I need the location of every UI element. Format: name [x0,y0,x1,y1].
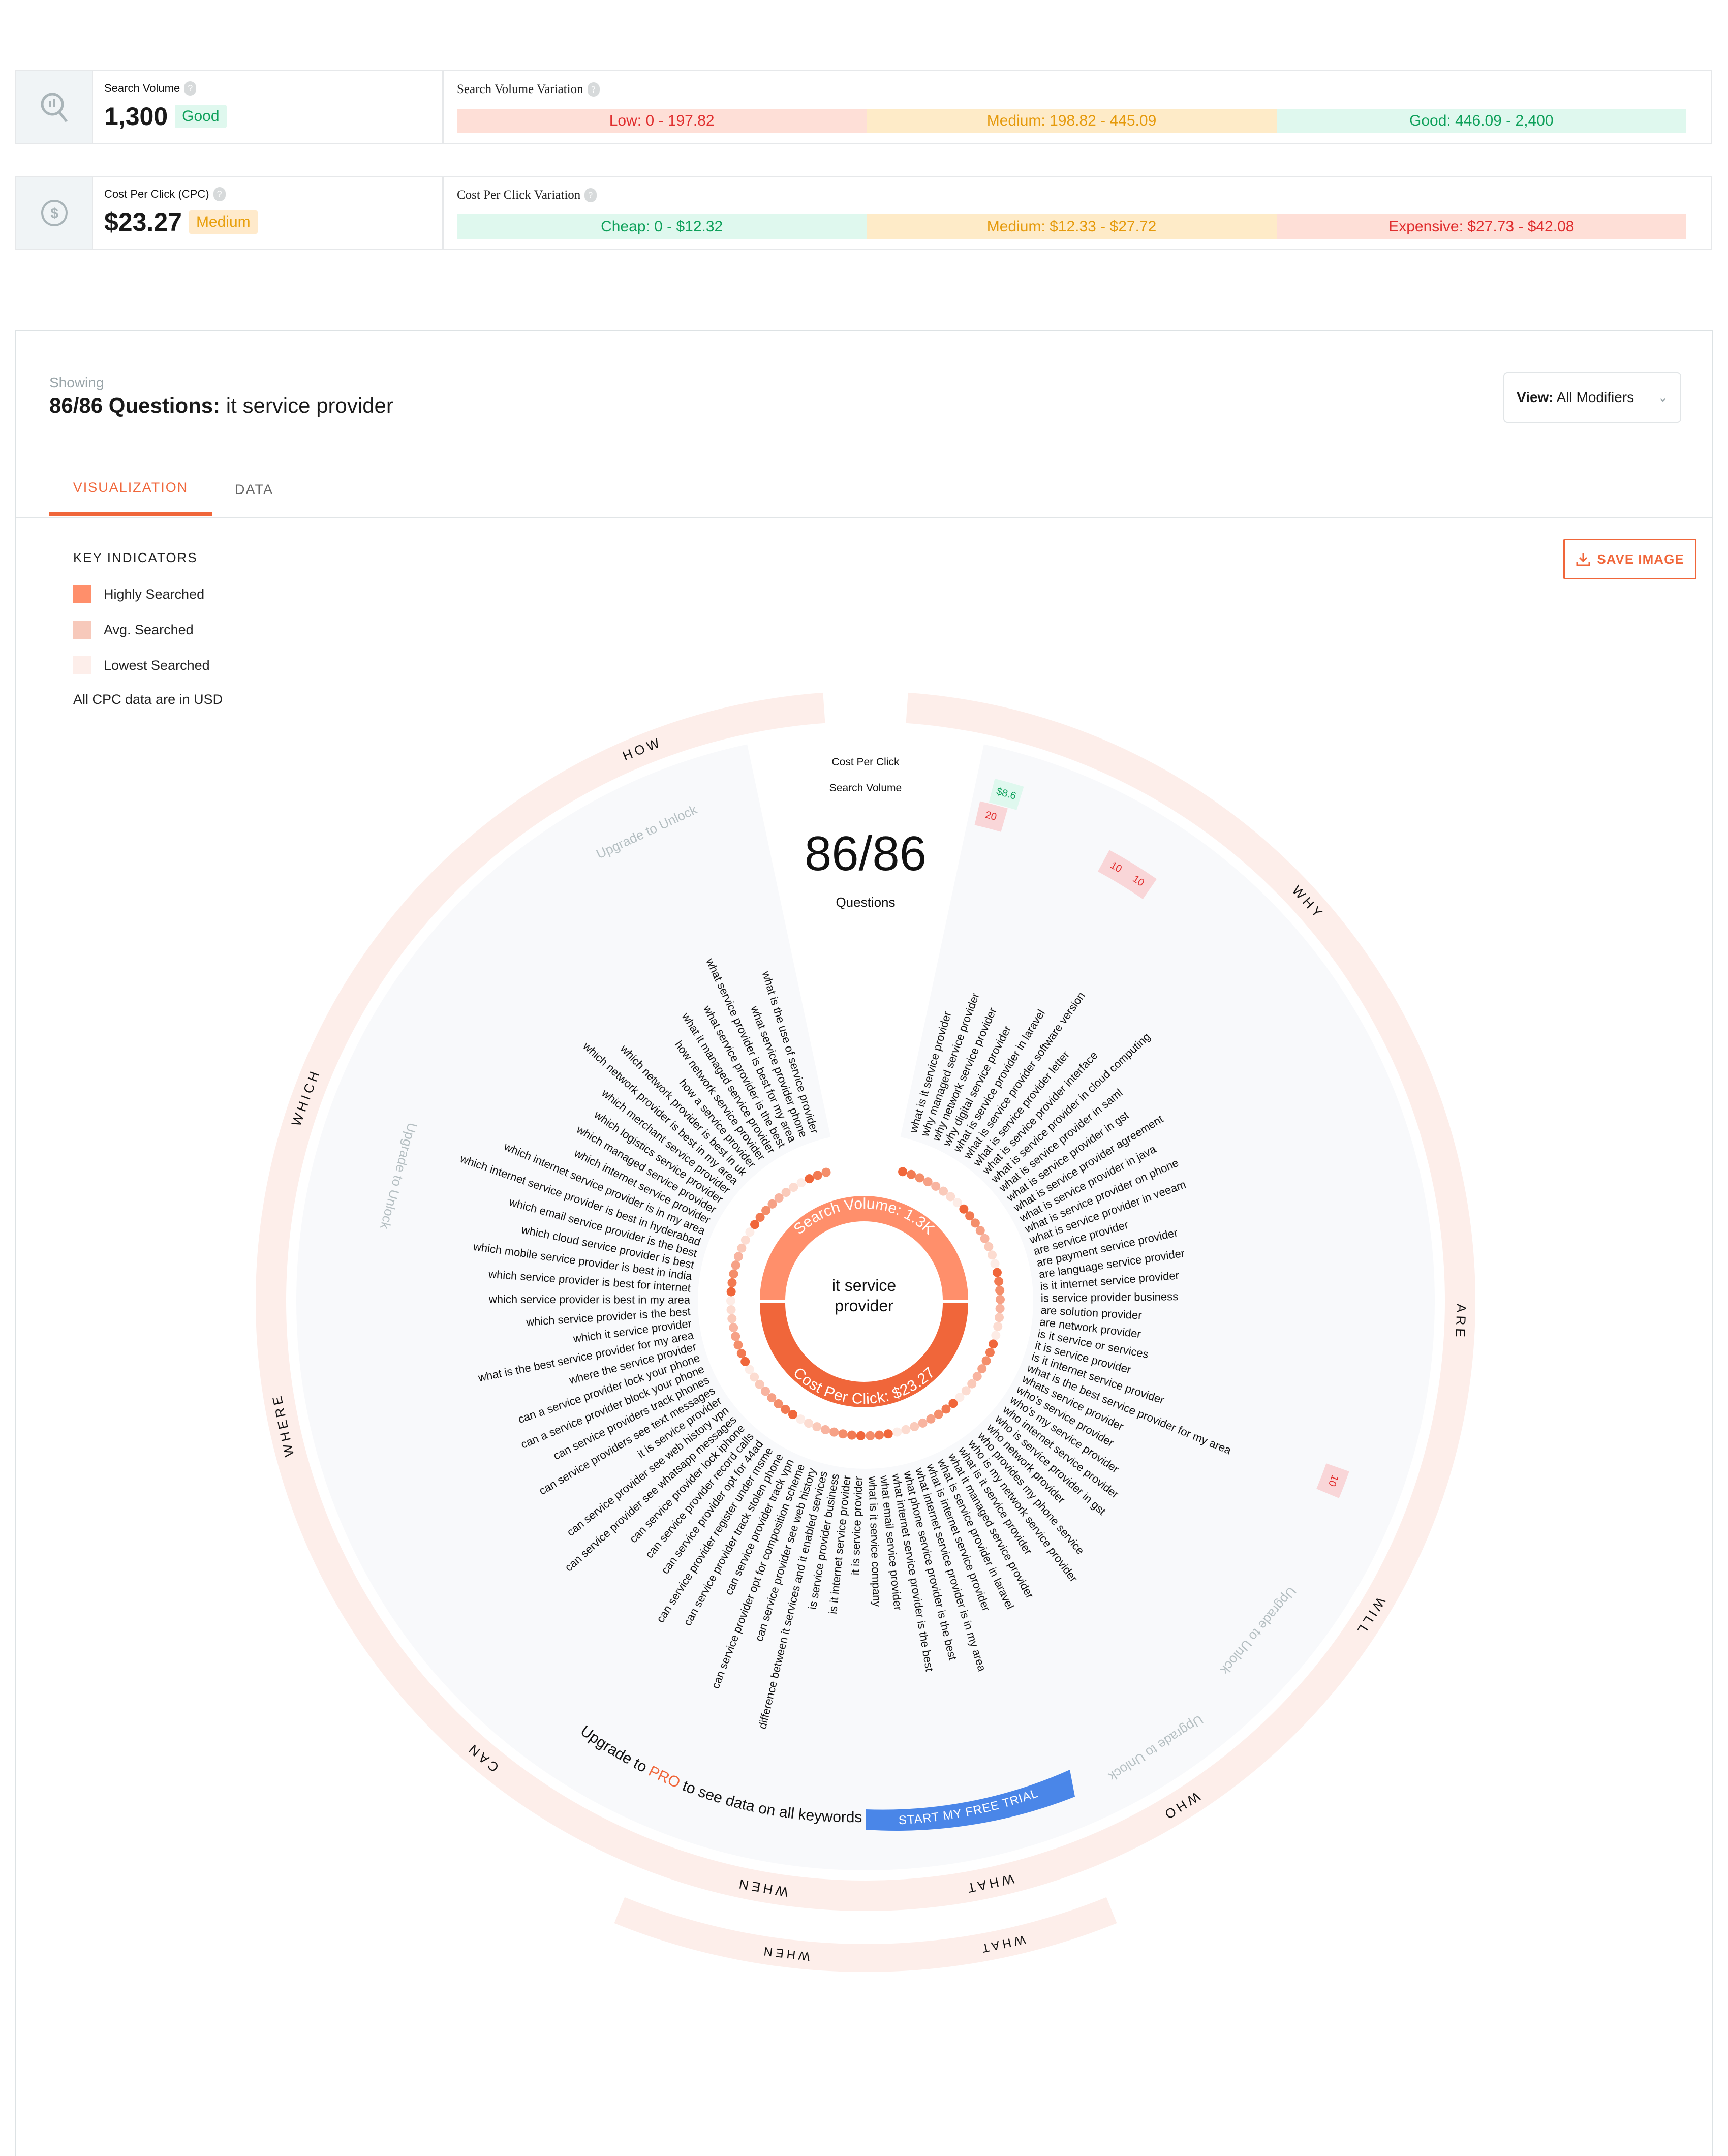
volume-dot [892,1427,902,1437]
volume-dot [941,1404,951,1414]
volume-dot [915,1173,924,1183]
volume-dot [918,1418,928,1428]
volume-dot [875,1430,884,1440]
volume-dot [745,1227,755,1237]
question-count-label: Questions [836,895,895,910]
volume-dot [939,1186,948,1196]
volume-dot [796,1414,806,1424]
volume-dot [726,1287,736,1297]
volume-dot [975,1226,985,1236]
cost-per-click-axis-label: Cost Per Click [831,756,900,768]
volume-dot [805,1174,814,1184]
volume-dot [821,1425,830,1434]
volume-dot [994,1277,1004,1286]
volume-dot [995,1285,1005,1295]
volume-dot [745,1365,754,1374]
volume-dot [898,1167,908,1177]
volume-dot [821,1167,831,1177]
volume-dot [750,1220,760,1229]
volume-dot [910,1422,919,1431]
volume-dot [781,1188,791,1197]
volume-dot [789,1183,798,1192]
volume-dot [733,1340,743,1350]
volume-dot [985,1348,995,1358]
search-volume-axis-label: Search Volume [829,782,902,794]
volume-dot [788,1410,797,1420]
volume-dot [813,1171,822,1180]
volume-dot [907,1169,916,1179]
volume-dot [984,1242,994,1251]
volume-dot [948,1399,958,1408]
volume-dot [934,1409,943,1419]
volume-dot [847,1430,857,1440]
volume-dot [965,1211,975,1221]
wheel-background: HOWWHYAREWILLWHOWHATWHENCANWHEREWHICHWHE… [256,692,1476,1972]
volume-dot [995,1304,1005,1313]
volume-dot [923,1177,933,1187]
volume-dot [727,1314,737,1323]
volume-dot [737,1243,747,1253]
volume-dot [981,1356,991,1366]
volume-dot [995,1295,1005,1304]
volume-dot [726,1296,736,1306]
volume-dot [990,1259,1000,1269]
question-count: 86/86 [805,826,927,881]
volume-dot [731,1332,740,1341]
volume-dot [967,1379,977,1389]
volume-dot [901,1425,911,1434]
volume-dot [838,1429,848,1439]
volume-dot [829,1427,839,1437]
question-label[interactable]: is service provider business [1041,1290,1179,1304]
volume-dot [977,1364,987,1374]
keyword-line-1: it service [832,1276,896,1295]
volume-dot [755,1379,764,1389]
volume-dot [729,1269,738,1279]
volume-dot [796,1178,806,1188]
volume-dot [804,1419,814,1428]
volume-dot [736,1348,746,1358]
volume-dot [731,1260,740,1270]
volume-dot [988,1250,997,1260]
volume-dot [856,1431,866,1440]
volume-dot [866,1431,875,1440]
volume-dot [750,1372,759,1382]
keyword-line-2: provider [835,1297,893,1315]
volume-dot [726,1305,736,1314]
question-label[interactable]: which service provider is best in my are… [488,1293,691,1306]
volume-dot [992,1268,1002,1277]
volume-dot [989,1339,998,1349]
volume-dot [883,1429,893,1439]
volume-dot [995,1313,1004,1322]
volume-dot [991,1331,1001,1340]
volume-dot [740,1235,750,1245]
volume-dot [926,1414,936,1424]
volume-dot [931,1181,941,1191]
volume-dot [733,1252,743,1261]
volume-dot [729,1323,738,1333]
volume-dot [727,1278,737,1287]
volume-dot [980,1234,990,1243]
volume-dot [993,1321,1003,1331]
wheel-top-labels: Cost Per Click Search Volume 86/86 Quest… [805,756,927,910]
volume-dot [970,1218,980,1228]
modifier-label-are[interactable]: ARE [1453,1304,1469,1340]
volume-dot [812,1422,822,1432]
question-wheel: HOWWHYAREWILLWHOWHATWHENCANWHEREWHICHWHE… [256,692,1476,1972]
volume-dot [740,1357,750,1366]
volume-dot [972,1372,982,1381]
